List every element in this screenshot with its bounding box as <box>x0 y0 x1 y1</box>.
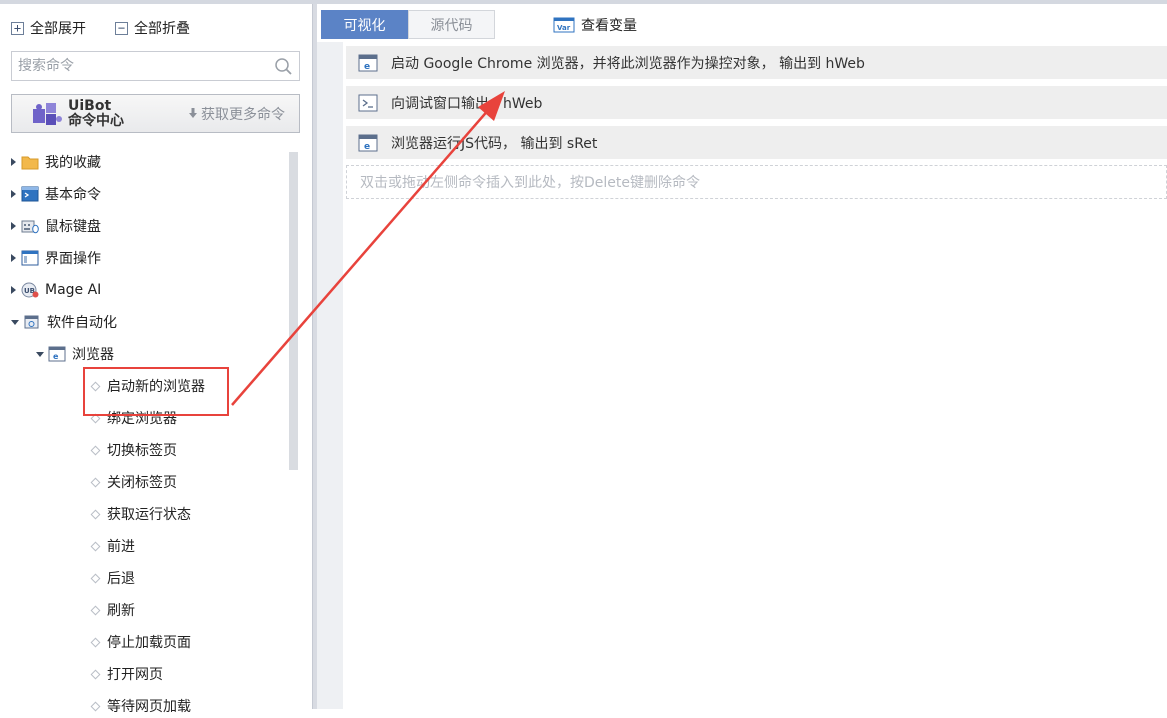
get-more-label: 获取更多命令 <box>201 106 285 123</box>
search-box <box>11 51 300 81</box>
command-row[interactable]: e 启动 Google Chrome 浏览器，并将此浏览器作为操控对象， 输出到… <box>346 46 1167 79</box>
cmd-close-tab[interactable]: 关闭标签页 <box>90 470 177 494</box>
tab-visual[interactable]: 可视化 <box>321 10 408 39</box>
command-row[interactable]: e 浏览器运行JS代码， 输出到 sRet <box>346 126 1167 159</box>
command-text: 启动 Google Chrome 浏览器，并将此浏览器作为操控对象， 输出到 h… <box>391 55 865 72</box>
search-icon[interactable] <box>274 57 293 76</box>
download-arrow-icon <box>189 108 197 118</box>
tree-item-mage-ai[interactable]: UB Mage AI <box>11 278 101 302</box>
bullet-icon <box>90 445 101 455</box>
uibot-logo-icon <box>33 102 62 125</box>
window-icon <box>21 250 39 266</box>
browser-icon: e <box>48 346 66 362</box>
cmd-label: 停止加载页面 <box>107 635 191 651</box>
collapsed-triangle-icon <box>11 254 16 262</box>
tree-label: 基本命令 <box>45 187 101 203</box>
command-center-button[interactable]: UiBot 命令中心 获取更多命令 <box>11 94 300 133</box>
cmd-label: 获取运行状态 <box>107 507 191 523</box>
search-input[interactable] <box>12 52 262 80</box>
cmd-back[interactable]: 后退 <box>90 566 135 590</box>
brand-line2: 命令中心 <box>68 112 124 129</box>
editor-panel: 可视化 源代码 Var 查看变量 e 启动 Google Chrome 浏览器，… <box>317 4 1167 709</box>
cmd-open-page[interactable]: 打开网页 <box>90 662 163 686</box>
tree-label: 浏览器 <box>72 347 114 363</box>
cmd-get-status[interactable]: 获取运行状态 <box>90 502 191 526</box>
tree-label: 软件自动化 <box>47 315 117 331</box>
collapsed-triangle-icon <box>11 222 16 230</box>
line-gutter <box>317 42 343 709</box>
cmd-switch-tab[interactable]: 切换标签页 <box>90 438 177 462</box>
bullet-icon <box>90 477 101 487</box>
brand-line1: UiBot <box>68 97 112 114</box>
svg-text:e: e <box>364 62 370 72</box>
browser-command-icon: e <box>358 54 378 72</box>
svg-text:Var: Var <box>557 24 571 32</box>
minus-box-icon: − <box>115 21 128 35</box>
terminal-command-icon <box>358 94 378 111</box>
cmd-refresh[interactable]: 刷新 <box>90 598 135 622</box>
tree-item-favorites[interactable]: 我的收藏 <box>11 150 101 174</box>
cmd-forward[interactable]: 前进 <box>90 534 135 558</box>
cmd-label: 打开网页 <box>107 667 163 683</box>
command-text: 浏览器运行JS代码， 输出到 sRet <box>391 135 598 152</box>
terminal-icon <box>21 186 39 202</box>
tree-scrollbar[interactable] <box>289 152 298 470</box>
view-variables-label: 查看变量 <box>581 18 637 34</box>
bullet-icon <box>90 573 101 583</box>
cmd-label: 切换标签页 <box>107 443 177 459</box>
bullet-icon <box>90 701 101 711</box>
cmd-stop-loading[interactable]: 停止加载页面 <box>90 630 191 654</box>
tree-label: 我的收藏 <box>45 155 101 171</box>
collapse-all-button[interactable]: − 全部折叠 <box>115 18 190 38</box>
mage-ai-icon: UB <box>21 282 39 298</box>
tree-item-mouse-keyboard[interactable]: 鼠标键盘 <box>11 214 101 238</box>
drop-hint: 双击或拖动左侧命令插入到此处，按Delete键删除命令 <box>360 175 700 191</box>
cmd-label: 等待网页加载 <box>107 699 191 715</box>
cmd-label: 后退 <box>107 571 135 587</box>
bullet-icon <box>90 541 101 551</box>
expanded-triangle-icon <box>11 319 19 325</box>
tree-label: 鼠标键盘 <box>45 219 101 235</box>
bullet-icon <box>90 637 101 647</box>
highlight-box <box>83 367 229 416</box>
tree-item-browser[interactable]: e 浏览器 <box>36 342 114 366</box>
svg-text:e: e <box>53 352 59 361</box>
collapsed-triangle-icon <box>11 286 16 294</box>
get-more-commands[interactable]: 获取更多命令 <box>189 104 285 124</box>
tree-label: Mage AI <box>45 282 102 298</box>
drop-zone[interactable]: 双击或拖动左侧命令插入到此处，按Delete键删除命令 <box>346 165 1167 199</box>
bullet-icon <box>90 669 101 679</box>
variables-icon: Var <box>553 17 575 33</box>
keyboard-mouse-icon <box>21 220 39 234</box>
expanded-triangle-icon <box>36 351 44 357</box>
svg-text:e: e <box>364 142 370 152</box>
bullet-icon <box>90 605 101 615</box>
view-variables-button[interactable]: Var 查看变量 <box>553 15 637 35</box>
collapsed-triangle-icon <box>11 190 16 198</box>
bullet-icon <box>90 509 101 519</box>
command-panel: + 全部展开 − 全部折叠 UiBot 命令中心 获取更多 <box>0 4 312 715</box>
collapsed-triangle-icon <box>11 158 16 166</box>
command-row[interactable]: 向调试窗口输出：hWeb <box>346 86 1167 119</box>
tab-source[interactable]: 源代码 <box>408 10 495 39</box>
cmd-label: 刷新 <box>107 603 135 619</box>
view-tabs: 可视化 源代码 <box>321 10 495 39</box>
plus-box-icon: + <box>11 21 24 35</box>
software-automation-icon <box>24 315 39 329</box>
folder-icon <box>21 156 39 170</box>
browser-command-icon: e <box>358 134 378 152</box>
command-text: 向调试窗口输出：hWeb <box>391 95 543 112</box>
command-center-brand: UiBot 命令中心 <box>68 97 124 129</box>
tree-label: 界面操作 <box>45 251 101 267</box>
cmd-wait-page-load[interactable]: 等待网页加载 <box>90 694 191 718</box>
collapse-all-label: 全部折叠 <box>134 21 190 37</box>
cmd-label: 前进 <box>107 539 135 555</box>
cmd-label: 关闭标签页 <box>107 475 177 491</box>
tree-item-basic-commands[interactable]: 基本命令 <box>11 182 101 206</box>
tree-item-software-automation[interactable]: 软件自动化 <box>11 310 117 334</box>
expand-all-button[interactable]: + 全部展开 <box>11 18 86 38</box>
tree-item-ui-operation[interactable]: 界面操作 <box>11 246 101 270</box>
expand-all-label: 全部展开 <box>30 21 86 37</box>
